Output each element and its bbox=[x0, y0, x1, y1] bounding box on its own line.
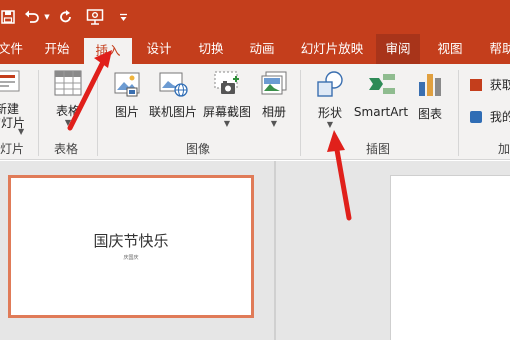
store-icon bbox=[470, 79, 482, 91]
online-picture-button[interactable]: 联机图片 bbox=[148, 70, 198, 120]
group-label-images: 图像 bbox=[186, 142, 211, 156]
title-bar: ▼ bbox=[0, 0, 510, 34]
chevron-down-icon: ▼ bbox=[223, 119, 231, 128]
shapes-button[interactable]: 形状 ▼ bbox=[310, 70, 350, 129]
tab-design[interactable]: 设计 bbox=[138, 34, 180, 64]
chevron-down-icon: ▼ bbox=[18, 127, 25, 136]
chevron-down-icon: ▼ bbox=[270, 119, 278, 128]
group-divider bbox=[38, 70, 39, 156]
tab-help[interactable]: 帮助 bbox=[482, 34, 510, 64]
get-addins-label: 获取 bbox=[489, 78, 510, 92]
group-label-tables: 表格 bbox=[54, 142, 79, 156]
ribbon: 新建 幻灯片 ▼ 幻灯片 表格 ▼ 表格 图片 bbox=[0, 64, 510, 160]
slide-thumbnail[interactable]: 国庆节快乐 庆国庆 bbox=[8, 175, 254, 318]
chart-icon bbox=[419, 74, 441, 96]
chart-button[interactable]: 图表 bbox=[412, 70, 448, 122]
ribbon-tabs: 文件 开始 插入 设计 切换 动画 幻灯片放映 审阅 视图 帮助 bbox=[0, 34, 510, 64]
chevron-down-icon: ▼ bbox=[64, 118, 72, 127]
shapes-label: 形状 bbox=[317, 106, 342, 120]
new-slide-icon bbox=[0, 70, 20, 92]
slide-canvas[interactable] bbox=[390, 175, 510, 340]
slide-title: 国庆节快乐 bbox=[93, 232, 169, 250]
smartart-button[interactable]: SmartArt bbox=[352, 70, 410, 119]
save-icon[interactable] bbox=[0, 0, 16, 34]
workspace: 国庆节快乐 庆国庆 bbox=[0, 161, 510, 340]
chevron-down-icon: ▼ bbox=[326, 120, 334, 129]
new-slide-button[interactable]: 新建 幻灯片 ▼ bbox=[0, 68, 28, 136]
customize-qat-icon[interactable] bbox=[116, 0, 130, 34]
undo-icon[interactable] bbox=[22, 0, 42, 34]
tab-slideshow[interactable]: 幻灯片放映 bbox=[294, 34, 370, 64]
smartart-icon bbox=[369, 74, 395, 94]
tab-transitions[interactable]: 切换 bbox=[190, 34, 232, 64]
screenshot-icon bbox=[214, 71, 239, 94]
tab-file[interactable]: 文件 bbox=[0, 34, 23, 64]
photo-album-label: 相册 bbox=[261, 105, 286, 119]
present-from-start-icon[interactable] bbox=[84, 0, 108, 34]
group-label-addins: 加 bbox=[498, 142, 510, 156]
smartart-label: SmartArt bbox=[353, 105, 409, 119]
group-label-illustrations: 插图 bbox=[366, 142, 391, 156]
screenshot-button[interactable]: 屏幕截图 ▼ bbox=[202, 70, 252, 128]
tab-home[interactable]: 开始 bbox=[36, 34, 78, 64]
table-icon bbox=[54, 70, 82, 96]
slide-subtitle: 庆国庆 bbox=[123, 255, 139, 261]
group-label-slides: 幻灯片 bbox=[0, 142, 25, 156]
my-addins-label: 我的 bbox=[489, 110, 510, 124]
tab-animations[interactable]: 动画 bbox=[241, 34, 283, 64]
screenshot-label: 屏幕截图 bbox=[202, 105, 251, 119]
photo-album-button[interactable]: 相册 ▼ bbox=[256, 70, 292, 128]
slide-thumbnail-panel[interactable]: 国庆节快乐 庆国庆 bbox=[0, 161, 268, 340]
picture-label: 图片 bbox=[114, 105, 139, 119]
tab-review[interactable]: 审阅 bbox=[376, 34, 420, 64]
group-divider bbox=[97, 70, 98, 156]
table-button[interactable]: 表格 ▼ bbox=[50, 70, 86, 127]
group-divider bbox=[300, 70, 301, 156]
group-divider bbox=[458, 70, 459, 156]
table-label: 表格 bbox=[55, 104, 80, 118]
picture-button[interactable]: 图片 bbox=[110, 70, 144, 120]
redo-icon[interactable] bbox=[56, 0, 76, 34]
new-slide-label-1: 新建 bbox=[0, 102, 19, 116]
photo-album-icon bbox=[261, 71, 287, 95]
pane-splitter[interactable] bbox=[274, 161, 276, 340]
picture-icon bbox=[114, 72, 140, 97]
get-addins-button[interactable]: 获取 bbox=[470, 76, 510, 93]
dropdown-arrow-icon[interactable]: ▼ bbox=[42, 0, 52, 34]
online-picture-label: 联机图片 bbox=[148, 105, 197, 119]
my-addins-icon bbox=[470, 111, 482, 123]
chart-label: 图表 bbox=[417, 107, 442, 121]
tab-insert[interactable]: 插入 bbox=[84, 38, 132, 64]
shapes-icon bbox=[317, 71, 343, 97]
online-picture-icon bbox=[159, 72, 188, 97]
my-addins-button[interactable]: 我的 bbox=[470, 108, 510, 125]
tab-view[interactable]: 视图 bbox=[428, 34, 472, 64]
